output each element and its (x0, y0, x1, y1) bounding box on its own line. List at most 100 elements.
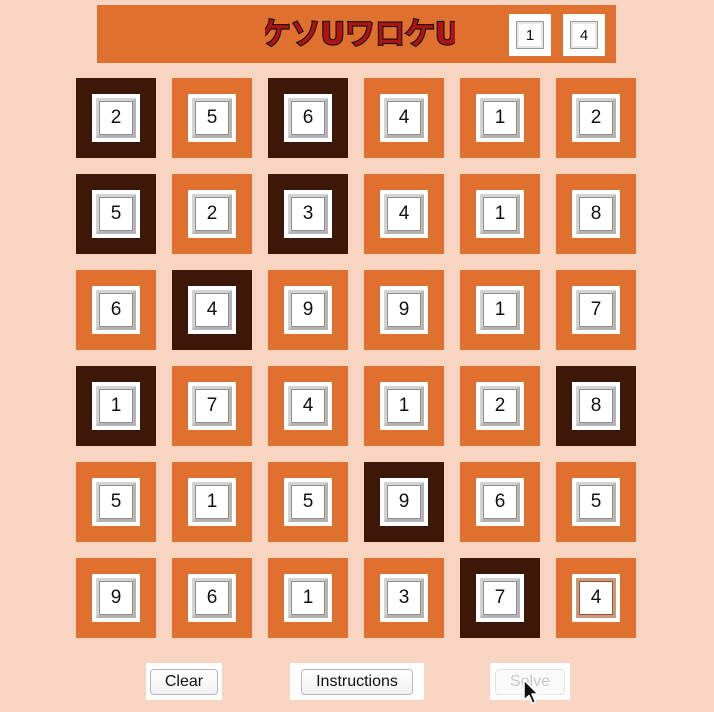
cell-frame: 2 (92, 94, 140, 142)
grid-cell[interactable]: 5 (76, 462, 156, 542)
cell-value: 4 (576, 578, 616, 618)
grid-cell[interactable]: 1 (268, 558, 348, 638)
grid-cell[interactable]: 8 (556, 174, 636, 254)
cell-frame: 1 (476, 286, 524, 334)
cell-value: 1 (96, 386, 136, 426)
cell-frame: 9 (380, 286, 428, 334)
cell-value: 6 (192, 578, 232, 618)
cell-value: 3 (288, 194, 328, 234)
cell-frame: 5 (188, 94, 236, 142)
cell-frame: 5 (92, 478, 140, 526)
cell-value: 9 (384, 290, 424, 330)
grid-cell[interactable]: 5 (76, 174, 156, 254)
grid-cell[interactable]: 6 (460, 462, 540, 542)
cell-value: 1 (192, 482, 232, 522)
cell-value: 8 (576, 194, 616, 234)
grid-cell[interactable]: 2 (556, 78, 636, 158)
cell-frame: 6 (188, 574, 236, 622)
grid-cell[interactable]: 2 (460, 366, 540, 446)
header-bar: ケソUワロケU 1 4 (97, 5, 616, 63)
grid-cell[interactable]: 6 (76, 270, 156, 350)
cell-frame: 7 (572, 286, 620, 334)
grid-cell[interactable]: 6 (268, 78, 348, 158)
grid-cell[interactable]: 1 (172, 462, 252, 542)
cell-frame: 1 (284, 574, 332, 622)
instructions-button[interactable]: Instructions (301, 668, 413, 695)
cell-frame: 8 (572, 382, 620, 430)
cell-value: 7 (480, 578, 520, 618)
cell-value: 4 (288, 386, 328, 426)
counter-left-box: 1 (509, 14, 551, 56)
grid-cell[interactable]: 4 (556, 558, 636, 638)
cell-value: 1 (480, 290, 520, 330)
cell-frame: 9 (92, 574, 140, 622)
cell-frame: 4 (188, 286, 236, 334)
grid-cell[interactable]: 4 (364, 78, 444, 158)
cell-value: 2 (576, 98, 616, 138)
clear-button[interactable]: Clear (149, 668, 219, 695)
grid-cell[interactable]: 4 (268, 366, 348, 446)
cell-value: 7 (192, 386, 232, 426)
cell-value: 5 (576, 482, 616, 522)
cell-value: 1 (480, 98, 520, 138)
cell-value: 2 (480, 386, 520, 426)
cell-frame: 6 (284, 94, 332, 142)
cell-value: 1 (288, 578, 328, 618)
grid-cell[interactable]: 1 (76, 366, 156, 446)
cell-value: 6 (480, 482, 520, 522)
cell-value: 5 (96, 194, 136, 234)
cell-frame: 5 (284, 478, 332, 526)
cell-value: 3 (384, 578, 424, 618)
counter-left: 1 (516, 21, 544, 49)
cell-frame: 4 (284, 382, 332, 430)
cell-value: 5 (96, 482, 136, 522)
grid-cell[interactable]: 6 (172, 558, 252, 638)
cell-frame: 2 (572, 94, 620, 142)
grid-cell[interactable]: 8 (556, 366, 636, 446)
cell-frame: 1 (476, 94, 524, 142)
cell-value: 5 (288, 482, 328, 522)
puzzle-grid: 2 5 6 4 1 2 5 2 3 4 1 8 6 4 9 9 1 7 1 7 4 1 2 8 5 1 5 9 6 5 9 6 1 3 7 4 (76, 78, 636, 638)
grid-cell[interactable]: 1 (364, 366, 444, 446)
grid-cell[interactable]: 2 (76, 78, 156, 158)
grid-cell[interactable]: 5 (172, 78, 252, 158)
grid-cell[interactable]: 3 (364, 558, 444, 638)
grid-cell[interactable]: 2 (172, 174, 252, 254)
grid-cell[interactable]: 4 (172, 270, 252, 350)
cell-frame: 9 (380, 478, 428, 526)
grid-cell[interactable]: 1 (460, 78, 540, 158)
grid-cell[interactable]: 4 (364, 174, 444, 254)
cell-value: 9 (384, 482, 424, 522)
grid-cell[interactable]: 1 (460, 270, 540, 350)
grid-cell[interactable]: 9 (364, 462, 444, 542)
counter-right-box: 4 (563, 14, 605, 56)
grid-cell[interactable]: 9 (268, 270, 348, 350)
grid-cell[interactable]: 3 (268, 174, 348, 254)
cell-frame: 7 (476, 574, 524, 622)
grid-cell[interactable]: 9 (364, 270, 444, 350)
cell-value: 8 (576, 386, 616, 426)
grid-cell[interactable]: 7 (556, 270, 636, 350)
cell-value: 4 (384, 98, 424, 138)
cell-frame: 8 (572, 190, 620, 238)
cell-frame: 3 (380, 574, 428, 622)
cell-value: 9 (96, 578, 136, 618)
cell-frame: 5 (92, 190, 140, 238)
cell-frame: 6 (92, 286, 140, 334)
cell-value: 4 (384, 194, 424, 234)
cell-value: 5 (192, 98, 232, 138)
grid-cell[interactable]: 5 (268, 462, 348, 542)
arrow-cursor-icon (523, 679, 539, 705)
cell-value: 7 (576, 290, 616, 330)
grid-cell[interactable]: 7 (460, 558, 540, 638)
clear-button-wrap: Clear (146, 663, 222, 700)
cell-frame: 1 (92, 382, 140, 430)
grid-cell[interactable]: 5 (556, 462, 636, 542)
cell-frame: 2 (188, 190, 236, 238)
cell-value: 4 (192, 290, 232, 330)
cell-frame: 1 (380, 382, 428, 430)
grid-cell[interactable]: 9 (76, 558, 156, 638)
grid-cell[interactable]: 7 (172, 366, 252, 446)
instructions-button-wrap: Instructions (290, 663, 424, 700)
grid-cell[interactable]: 1 (460, 174, 540, 254)
